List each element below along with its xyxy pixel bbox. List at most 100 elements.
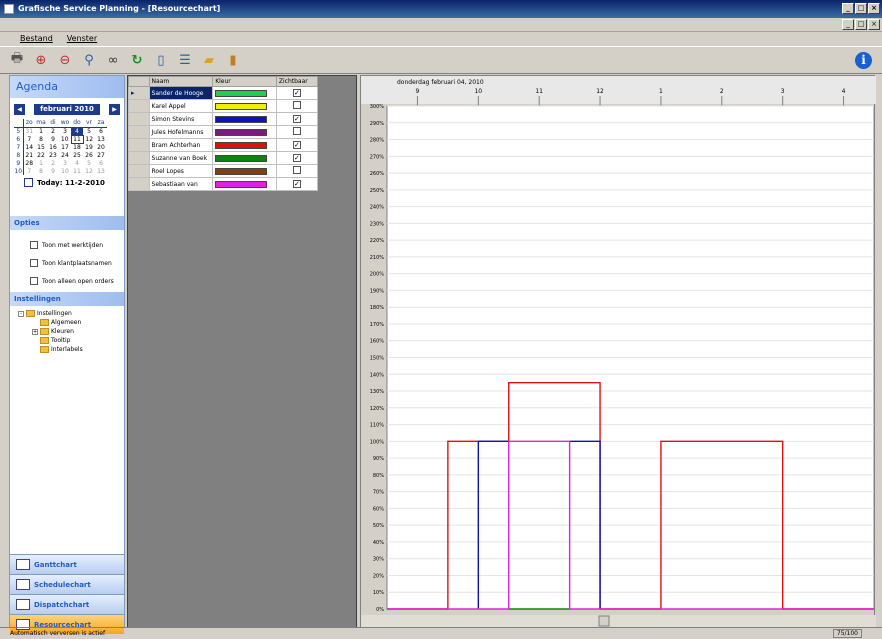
calendar-day[interactable]: 10 <box>59 135 71 143</box>
resource-name[interactable]: Jules Hofelmanns <box>148 125 214 139</box>
calendar-day[interactable]: 7 <box>23 167 35 175</box>
visible-cell[interactable]: ✓ <box>275 138 319 152</box>
calendar-day[interactable]: 4 <box>71 159 83 167</box>
visible-cell[interactable]: ✓ <box>275 151 319 165</box>
calendar-day[interactable]: 4 <box>71 127 83 135</box>
resource-name[interactable]: Simon Stevins <box>148 112 214 126</box>
print-icon[interactable]: 🖶 <box>8 51 26 69</box>
row-indicator[interactable] <box>128 99 150 113</box>
battery-icon[interactable]: ▮ <box>224 51 242 69</box>
table-row[interactable]: Simon Stevins ✓ <box>128 112 319 126</box>
resource-name[interactable]: Bram Achterhan <box>148 138 214 152</box>
next-month-button[interactable]: ▶ <box>109 104 120 115</box>
calendar-day[interactable]: 14 <box>23 143 35 151</box>
page-icon[interactable]: ▯ <box>152 51 170 69</box>
calendar-day[interactable]: 10 <box>59 167 71 175</box>
table-row[interactable]: Sebastiaan van ✓ <box>128 177 319 191</box>
resource-color-cell[interactable] <box>212 112 277 126</box>
calendar-day[interactable]: 3 <box>59 127 71 135</box>
row-indicator[interactable] <box>128 177 150 191</box>
horizontal-scrollbar[interactable] <box>361 615 876 627</box>
visible-checkbox[interactable]: ✓ <box>292 115 301 123</box>
child-close-button[interactable]: × <box>868 19 880 30</box>
menu-bestand[interactable]: Bestand <box>20 34 53 46</box>
tree-node[interactable]: + Kleuren <box>18 327 124 336</box>
visible-checkbox[interactable]: ✓ <box>292 89 301 97</box>
info-icon[interactable]: i <box>855 52 872 69</box>
resource-color-cell[interactable] <box>212 164 277 178</box>
prev-month-button[interactable]: ◀ <box>14 104 25 115</box>
calendar-day[interactable]: 21 <box>23 151 35 159</box>
column-header[interactable]: Zichtbaar <box>275 76 319 87</box>
visible-checkbox[interactable]: ✓ <box>292 180 301 188</box>
calendar-day[interactable]: 24 <box>59 151 71 159</box>
option-open-orders[interactable]: Toon alleen open orders <box>10 272 124 290</box>
table-row[interactable]: Roel Lopes <box>128 164 319 178</box>
row-indicator[interactable] <box>128 138 150 152</box>
row-indicator[interactable] <box>128 112 150 126</box>
visible-cell[interactable] <box>275 125 319 139</box>
zoom-out-icon[interactable]: ⊖ <box>56 51 74 69</box>
calendar-day[interactable]: 1 <box>35 127 47 135</box>
child-minimize-button[interactable]: _ <box>842 19 854 30</box>
visible-checkbox[interactable] <box>292 101 301 109</box>
table-row[interactable]: Bram Achterhan ✓ <box>128 138 319 152</box>
tree-expander-icon[interactable]: + <box>32 328 38 335</box>
calendar-day[interactable]: 5 <box>83 159 95 167</box>
tree-node[interactable]: Algemeen <box>18 318 124 327</box>
calendar-day[interactable]: 17 <box>59 143 71 151</box>
calendar-day[interactable]: 19 <box>83 143 95 151</box>
window-titlebar[interactable]: Grafische Service Planning - [Resourcech… <box>0 0 882 18</box>
calendar-day[interactable]: 25 <box>71 151 83 159</box>
menu-venster[interactable]: Venster <box>67 34 97 46</box>
calendar-day[interactable]: 5 <box>83 127 95 135</box>
row-indicator[interactable] <box>128 151 150 165</box>
visible-checkbox[interactable]: ✓ <box>292 154 301 162</box>
close-button[interactable]: × <box>868 3 880 14</box>
calendar-day[interactable]: 6 <box>95 127 107 135</box>
row-indicator[interactable]: ▸ <box>128 86 150 100</box>
calendar-day[interactable]: 31 <box>23 127 35 135</box>
calendar-day[interactable]: 2 <box>47 127 59 135</box>
calendar-day[interactable]: 7 <box>23 135 35 143</box>
calendar-day[interactable]: 28 <box>23 159 35 167</box>
column-header[interactable]: Naam <box>148 76 214 87</box>
visible-cell[interactable] <box>275 164 319 178</box>
row-indicator[interactable] <box>128 125 150 139</box>
calendar-day[interactable]: 23 <box>47 151 59 159</box>
tree-expander-icon[interactable]: - <box>18 310 24 317</box>
resource-color-cell[interactable] <box>212 86 277 100</box>
calendar-day[interactable]: 2 <box>47 159 59 167</box>
today-link[interactable]: Today: 11-2-2010 <box>37 179 105 187</box>
calendar-day[interactable]: 22 <box>35 151 47 159</box>
refresh-icon[interactable]: ↻ <box>128 51 146 69</box>
child-restore-button[interactable]: □ <box>855 19 867 30</box>
calendar-day[interactable]: 12 <box>83 135 95 143</box>
visible-cell[interactable]: ✓ <box>275 86 319 100</box>
calendar-day[interactable]: 8 <box>35 167 47 175</box>
folder-icon[interactable]: ▰ <box>200 51 218 69</box>
calendar-day[interactable]: 9 <box>47 135 59 143</box>
scrollbar-thumb[interactable] <box>598 615 610 627</box>
table-row[interactable]: Karel Appel <box>128 99 319 113</box>
calendar-day[interactable]: 27 <box>95 151 107 159</box>
nav-button-ganttchart[interactable]: Ganttchart <box>10 554 124 574</box>
resource-name[interactable]: Suzanne van Boek <box>148 151 214 165</box>
calendar-day[interactable]: 12 <box>83 167 95 175</box>
maximize-button[interactable]: □ <box>855 3 867 14</box>
calendar-day[interactable]: 1 <box>35 159 47 167</box>
calendar-day[interactable]: 26 <box>83 151 95 159</box>
calendar-day[interactable]: 20 <box>95 143 107 151</box>
column-header[interactable]: Kleur <box>212 76 277 87</box>
checkbox[interactable] <box>30 259 38 267</box>
nav-button-dispatchchart[interactable]: Dispatchchart <box>10 594 124 614</box>
calendar-day[interactable]: 15 <box>35 143 47 151</box>
visible-cell[interactable] <box>275 99 319 113</box>
resource-color-cell[interactable] <box>212 177 277 191</box>
list-icon[interactable]: ☰ <box>176 51 194 69</box>
tree-node[interactable]: Tooltip <box>18 336 124 345</box>
calendar-day[interactable]: 16 <box>47 143 59 151</box>
option-work-times[interactable]: Toon met werktijden <box>10 236 124 254</box>
option-customer-places[interactable]: Toon klantplaatsnamen <box>10 254 124 272</box>
resource-color-cell[interactable] <box>212 125 277 139</box>
